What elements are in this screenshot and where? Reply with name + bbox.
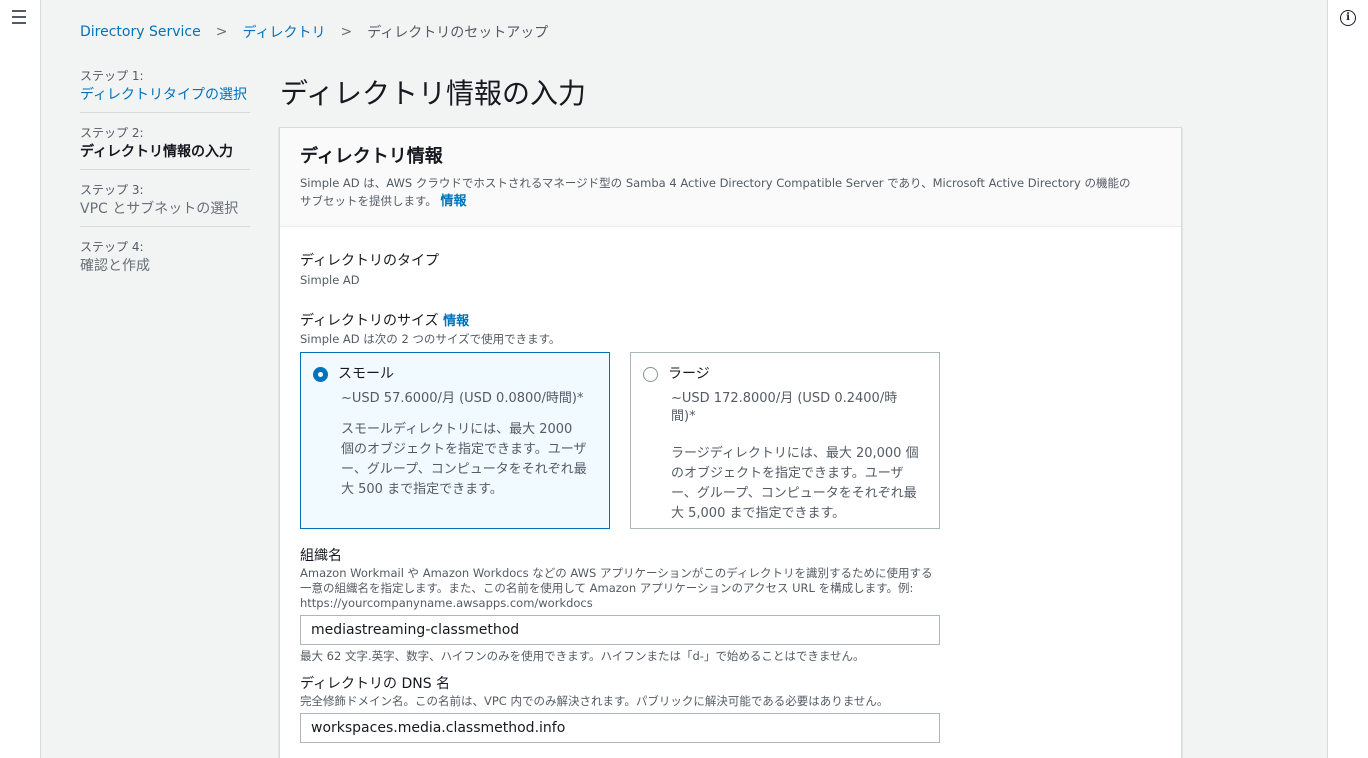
step-number: ステップ 4: <box>80 240 144 254</box>
menu-icon[interactable] <box>12 10 28 24</box>
dns-name-description: 完全修飾ドメイン名。この名前は、VPC 内でのみ解決されます。パブリックに解決可… <box>300 694 889 708</box>
step-link-directory-type[interactable]: ディレクトリタイプの選択 <box>80 84 250 106</box>
step-number: ステップ 2: <box>80 126 144 140</box>
directory-info-panel: ディレクトリ情報 Simple AD は、AWS クラウドでホストされるマネージ… <box>279 127 1182 758</box>
step-current-directory-info: ディレクトリ情報の入力 <box>80 144 234 160</box>
size-tile-large[interactable]: ラージ ~USD 172.8000/月 (USD 0.2400/時間)* ラージ… <box>630 352 940 529</box>
panel-title: ディレクトリ情報 <box>300 146 443 167</box>
step-1: ステップ 1: ディレクトリタイプの選択 <box>80 68 250 113</box>
breadcrumb-directory-service[interactable]: Directory Service <box>80 24 201 40</box>
breadcrumb-current: ディレクトリのセットアップ <box>367 25 549 41</box>
panel-description-text: Simple AD は、AWS クラウドでホストされるマネージド型の Samba… <box>300 176 1131 208</box>
directory-size-field: ディレクトリのサイズ 情報 Simple AD は次の 2 つのサイズで使用でき… <box>300 311 1161 529</box>
directory-type-field: ディレクトリのタイプ Simple AD <box>300 251 1161 289</box>
tile-description: スモールディレクトリには、最大 2000 個のオブジェクトを指定できます。ユーザ… <box>341 422 587 497</box>
tile-title: スモール <box>338 366 394 382</box>
dns-name-field: ディレクトリの DNS 名 完全修飾ドメイン名。この名前は、VPC 内でのみ解決… <box>300 674 940 743</box>
directory-type-label: ディレクトリのタイプ <box>300 253 440 269</box>
radio-selected-icon[interactable] <box>313 366 328 382</box>
directory-size-description: Simple AD は次の 2 つのサイズで使用できます。 <box>300 332 561 346</box>
size-tiles: スモール ~USD 57.6000/月 (USD 0.0800/時間)* スモー… <box>300 352 1161 529</box>
step-review-create: 確認と作成 <box>80 258 150 274</box>
step-number: ステップ 3: <box>80 183 144 197</box>
step-2: ステップ 2: ディレクトリ情報の入力 <box>80 125 250 170</box>
panel-body: ディレクトリのタイプ Simple AD ディレクトリのサイズ 情報 Simpl… <box>280 227 1181 743</box>
directory-size-label: ディレクトリのサイズ 情報 <box>300 311 1161 332</box>
directory-size-info-link[interactable]: 情報 <box>443 314 469 329</box>
size-tile-small[interactable]: スモール ~USD 57.6000/月 (USD 0.0800/時間)* スモー… <box>300 352 610 529</box>
org-name-constraint: 最大 62 文字.英字、数字、ハイフンのみを使用できます。ハイフンまたは「d-」… <box>300 649 865 663</box>
right-help-rail: i <box>1327 0 1368 758</box>
info-link[interactable]: 情報 <box>441 194 467 209</box>
breadcrumb-directories[interactable]: ディレクトリ <box>242 22 325 42</box>
tile-price: ~USD 57.6000/月 (USD 0.0800/時間)* <box>341 391 584 406</box>
directory-size-label-text: ディレクトリのサイズ <box>300 313 439 329</box>
left-navigation-rail <box>0 0 41 758</box>
tile-description: ラージディレクトリには、最大 20,000 個のオブジェクトを指定できます。ユー… <box>671 446 919 521</box>
dns-name-input[interactable] <box>300 713 940 743</box>
org-name-field: 組織名 Amazon Workmail や Amazon Workdocs など… <box>300 546 940 664</box>
panel-header: ディレクトリ情報 Simple AD は、AWS クラウドでホストされるマネージ… <box>280 128 1181 227</box>
info-icon[interactable]: i <box>1340 10 1356 26</box>
dns-name-label: ディレクトリの DNS 名 <box>300 676 451 692</box>
radio-unselected-icon[interactable] <box>643 366 658 382</box>
main-content: Directory Service > ディレクトリ > ディレクトリのセットア… <box>41 0 1327 758</box>
step-3: ステップ 3: VPC とサブネットの選択 <box>80 182 250 227</box>
directory-type-value: Simple AD <box>300 273 360 287</box>
wizard-steps: ステップ 1: ディレクトリタイプの選択 ステップ 2: ディレクトリ情報の入力… <box>80 68 250 295</box>
chevron-right-icon: > <box>340 24 353 40</box>
org-name-input[interactable] <box>300 615 940 645</box>
step-number: ステップ 1: <box>80 69 144 83</box>
org-name-label: 組織名 <box>300 548 342 564</box>
step-4: ステップ 4: 確認と作成 <box>80 239 250 283</box>
tile-price: ~USD 172.8000/月 (USD 0.2400/時間)* <box>671 391 898 424</box>
step-vpc-subnets: VPC とサブネットの選択 <box>80 201 239 217</box>
tile-title: ラージ <box>668 366 710 382</box>
breadcrumb: Directory Service > ディレクトリ > ディレクトリのセットア… <box>80 22 548 42</box>
page-title: ディレクトリ情報の入力 <box>280 77 587 110</box>
panel-description: Simple AD は、AWS クラウドでホストされるマネージド型の Samba… <box>300 174 1161 211</box>
chevron-right-icon: > <box>215 24 228 40</box>
org-name-description: Amazon Workmail や Amazon Workdocs などの AW… <box>300 566 933 610</box>
